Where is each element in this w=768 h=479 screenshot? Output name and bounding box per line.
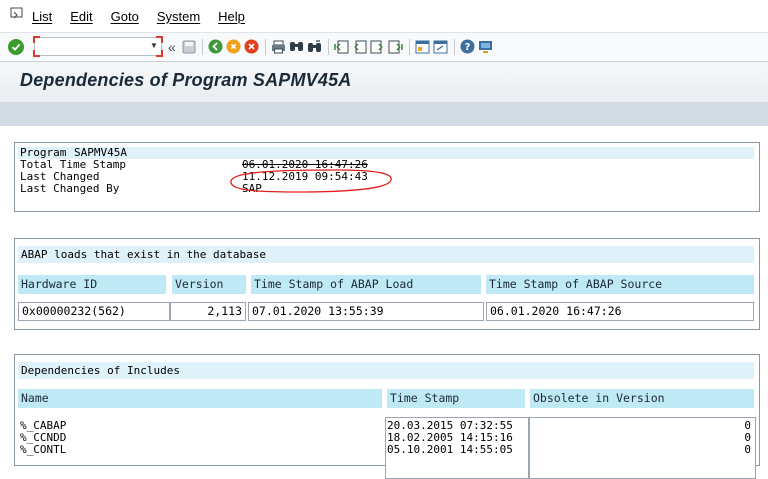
cell-load-timestamp[interactable]: 07.01.2020 13:55:39 (248, 302, 484, 321)
application-toolbar (0, 102, 768, 126)
exit-icon[interactable] (226, 39, 242, 55)
obsolete-column-box (529, 417, 756, 479)
check-icon (11, 43, 21, 51)
menu-help[interactable]: Help (218, 9, 245, 24)
window-menu-icon[interactable] (10, 7, 24, 21)
col-header-load-timestamp[interactable]: Time Stamp of ABAP Load (251, 275, 481, 294)
cancel-icon[interactable] (244, 39, 260, 55)
menu-system[interactable]: System (157, 9, 200, 24)
toolbar-separator (408, 38, 410, 55)
include-timestamp[interactable]: 18.02.2005 14:15:16 (387, 432, 513, 443)
toolbar-separator (453, 38, 455, 55)
includes-heading: Dependencies of Includes (18, 362, 754, 379)
toolbar-separator (264, 38, 266, 55)
abap-loads-heading: ABAP loads that exist in the database (18, 246, 754, 263)
dropdown-icon[interactable]: ▼ (148, 38, 160, 53)
last-page-icon[interactable] (388, 39, 404, 55)
help-icon[interactable]: ? (460, 39, 476, 55)
col-header-hardware-id[interactable]: Hardware ID (18, 275, 166, 294)
includes-panel: Dependencies of Includes Name Time Stamp… (14, 354, 760, 479)
include-name[interactable]: %_CABAP (20, 420, 66, 431)
next-page-icon[interactable] (370, 39, 386, 55)
col-header-obsolete[interactable]: Obsolete in Version (530, 389, 754, 408)
col-header-name[interactable]: Name (18, 389, 382, 408)
previous-page-icon[interactable] (352, 39, 368, 55)
enter-button[interactable] (8, 38, 24, 55)
find-next-icon[interactable] (307, 39, 323, 55)
svg-text:?: ? (465, 42, 471, 53)
back-icon[interactable] (208, 39, 224, 55)
print-icon[interactable] (271, 39, 287, 55)
col-header-version[interactable]: Version (172, 275, 246, 294)
cell-source-timestamp[interactable]: 06.01.2020 16:47:26 (486, 302, 754, 321)
include-obsolete[interactable]: 0 (744, 420, 751, 431)
menu-goto[interactable]: Goto (111, 9, 139, 24)
col-header-time-stamp[interactable]: Time Stamp (387, 389, 525, 408)
first-page-icon[interactable] (334, 39, 350, 55)
include-name[interactable]: %_CONTL (20, 444, 66, 455)
menu-list[interactable]: List (32, 9, 52, 24)
page-title: Dependencies of Program SAPMV45A (20, 70, 352, 90)
menu-bar: List Edit Goto System Help (0, 0, 768, 33)
toolbar-separator (327, 38, 329, 55)
title-bar: Dependencies of Program SAPMV45A (0, 61, 768, 103)
customize-layout-icon[interactable] (478, 39, 494, 55)
menu-edit[interactable]: Edit (70, 9, 92, 24)
abap-loads-panel: ABAP loads that exist in the database Ha… (14, 238, 760, 330)
command-field[interactable]: ▼ (33, 36, 163, 57)
double-chevron-icon[interactable]: « (168, 39, 176, 55)
corner-marker (33, 36, 40, 43)
col-header-source-timestamp[interactable]: Time Stamp of ABAP Source (486, 275, 754, 294)
find-icon[interactable] (289, 39, 305, 55)
include-timestamp[interactable]: 05.10.2001 14:55:05 (387, 444, 513, 455)
cell-hardware-id[interactable]: 0x00000232(562) (18, 302, 170, 321)
include-name[interactable]: %_CCNDD (20, 432, 66, 443)
save-icon[interactable] (181, 39, 197, 55)
program-header-band (18, 147, 754, 159)
content-area: Program SAPMV45A Total Time Stamp 06.01.… (0, 126, 768, 479)
program-info-panel: Program SAPMV45A Total Time Stamp 06.01.… (14, 142, 760, 212)
include-timestamp[interactable]: 20.03.2015 07:32:55 (387, 420, 513, 431)
create-session-icon[interactable] (415, 39, 431, 55)
standard-toolbar: ▼ « ? (0, 33, 768, 60)
include-obsolete[interactable]: 0 (744, 432, 751, 443)
include-obsolete[interactable]: 0 (744, 444, 751, 455)
shortcut-icon[interactable] (433, 39, 449, 55)
cell-version[interactable]: 2,113 (170, 302, 246, 321)
info-label: Last Changed By (20, 182, 120, 195)
corner-marker (33, 50, 40, 57)
toolbar-separator (201, 38, 203, 55)
red-annotation-ellipse (230, 169, 392, 193)
